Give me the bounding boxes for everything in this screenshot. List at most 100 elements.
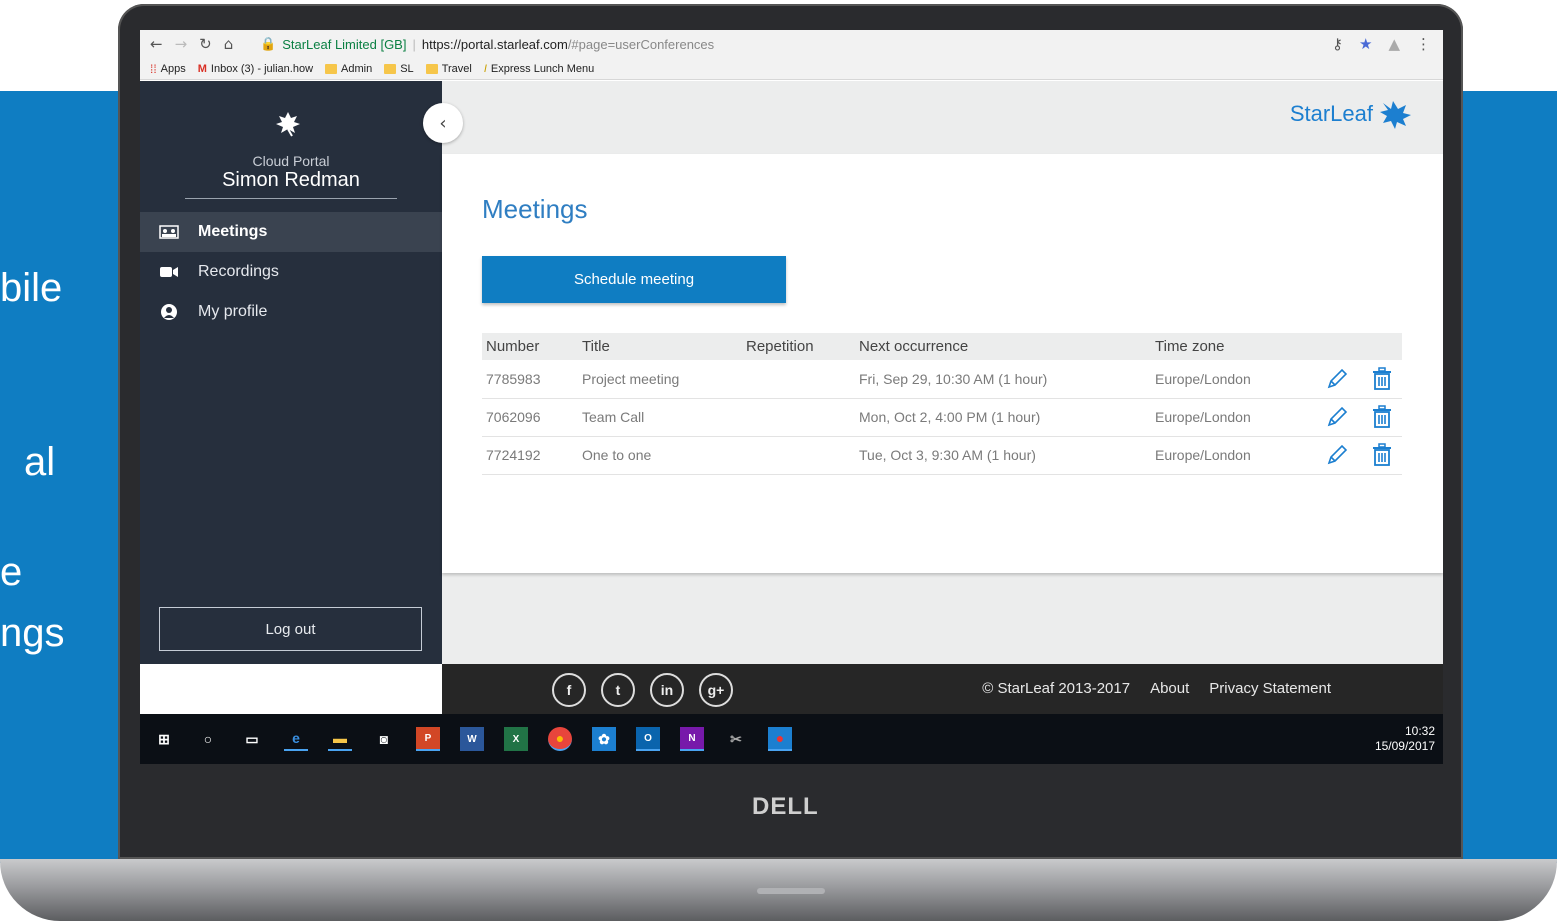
apps-grid-icon: ⁞⁞ <box>150 61 157 76</box>
schedule-meeting-button[interactable]: Schedule meeting <box>482 256 786 303</box>
address-bar[interactable]: 🔒 StarLeaf Limited [GB] | https://portal… <box>260 36 714 52</box>
meetings-panel: Meetings Schedule meeting Number Title R… <box>442 154 1443 573</box>
bookmark-apps[interactable]: ⁞⁞ Apps <box>150 62 186 76</box>
laptop-screen: ← → ↻ ⌂ 🔒 StarLeaf Limited [GB] | https:… <box>140 30 1443 764</box>
user-divider <box>185 198 397 199</box>
taskbar-icons: ⊞ ○ ▭ e ▬ ◙ P W X ● ✿ O N ✂ ● <box>140 727 792 751</box>
edit-pencil-icon[interactable] <box>1325 405 1349 429</box>
row-actions <box>1321 360 1402 399</box>
secure-label: StarLeaf Limited [GB] <box>282 36 407 52</box>
table-row[interactable]: 7785983 Project meeting Fri, Sep 29, 10:… <box>482 360 1402 399</box>
star-icon[interactable]: ★ <box>1359 35 1372 53</box>
footer-links: © StarLeaf 2013-2017 About Privacy State… <box>982 680 1331 697</box>
copyright: © StarLeaf 2013-2017 <box>982 680 1131 697</box>
outlook-icon[interactable]: O <box>636 727 660 751</box>
snipping-tool-icon[interactable]: ✂ <box>724 727 748 751</box>
edit-pencil-icon[interactable] <box>1325 367 1349 391</box>
meeting-number: 7062096 <box>482 398 578 437</box>
facebook-icon[interactable]: f <box>552 673 586 707</box>
sidebar-item-label: Recordings <box>198 263 279 280</box>
background-text-4: ngs <box>0 611 65 655</box>
bookmarks-bar: ⁞⁞ Apps M Inbox (3) - julian.how Admin S… <box>140 58 1443 80</box>
delete-trash-icon[interactable] <box>1371 405 1393 429</box>
google-plus-icon[interactable]: g+ <box>699 673 733 707</box>
meeting-repetition <box>742 398 855 437</box>
column-header[interactable]: Number <box>482 333 578 360</box>
key-icon[interactable]: ⚷ <box>1332 35 1343 53</box>
store-icon[interactable]: ◙ <box>372 727 396 751</box>
browser-nav: ← → ↻ ⌂ <box>140 35 260 53</box>
about-link[interactable]: About <box>1150 680 1189 697</box>
word-icon[interactable]: W <box>460 727 484 751</box>
column-header[interactable]: Repetition <box>742 333 855 360</box>
task-view-icon[interactable]: ▭ <box>240 727 264 751</box>
excel-icon[interactable]: X <box>504 727 528 751</box>
privacy-link[interactable]: Privacy Statement <box>1209 680 1331 697</box>
page-title: Meetings <box>482 194 588 224</box>
onenote-icon[interactable]: N <box>680 727 704 751</box>
sidebar: Cloud Portal Simon Redman Meetings Recor… <box>140 81 442 664</box>
meeting-repetition <box>742 436 855 475</box>
meeting-number: 7785983 <box>482 360 578 399</box>
meetings-icon <box>158 224 180 240</box>
reload-icon[interactable]: ↻ <box>199 35 212 53</box>
collapse-sidebar-button[interactable]: ‹ <box>423 103 463 143</box>
bookmark-label: Express Lunch Menu <box>490 62 595 75</box>
edit-pencil-icon[interactable] <box>1325 443 1349 467</box>
meeting-next: Mon, Oct 2, 4:00 PM (1 hour) <box>855 398 1151 437</box>
windows-start-icon[interactable]: ⊞ <box>152 727 176 751</box>
starleaf-app-icon[interactable]: ✿ <box>592 727 616 751</box>
user-name: Simon Redman <box>222 169 360 191</box>
table-row[interactable]: 7062096 Team Call Mon, Oct 2, 4:00 PM (1… <box>482 398 1402 437</box>
meeting-next: Fri, Sep 29, 10:30 AM (1 hour) <box>855 360 1151 399</box>
bookmark-admin[interactable]: Admin <box>325 63 372 75</box>
logout-button[interactable]: Log out <box>159 607 422 651</box>
lock-icon: 🔒 <box>260 36 277 51</box>
meeting-next: Tue, Oct 3, 9:30 AM (1 hour) <box>855 436 1151 475</box>
sidebar-item-recordings[interactable]: Recordings <box>140 252 442 292</box>
cortana-icon[interactable]: ○ <box>196 727 220 751</box>
url-path: /#page=userConferences <box>567 36 715 52</box>
sidebar-item-meetings[interactable]: Meetings <box>140 212 442 252</box>
column-header[interactable]: Time zone <box>1151 333 1321 360</box>
bookmark-inbox[interactable]: M Inbox (3) - julian.how <box>198 63 313 75</box>
starleaf-recording-icon[interactable]: ● <box>768 727 792 751</box>
bookmark-label: Inbox (3) - julian.how <box>210 62 314 75</box>
clock-time: 10:32 <box>1404 724 1435 738</box>
forward-icon[interactable]: → <box>175 35 188 53</box>
bookmark-sl[interactable]: SL <box>384 63 414 75</box>
home-icon[interactable]: ⌂ <box>224 35 234 53</box>
column-header[interactable]: Next occurrence <box>855 333 1151 360</box>
browser-toolbar: ← → ↻ ⌂ 🔒 StarLeaf Limited [GB] | https:… <box>140 30 1443 58</box>
meeting-title: One to one <box>578 436 742 475</box>
bookmark-travel[interactable]: Travel <box>425 62 472 75</box>
bookmark-label: Apps <box>160 62 186 75</box>
main-area: StarLeaf Meetings Schedule meeting Numbe… <box>442 81 1443 664</box>
column-header-actions <box>1321 333 1402 360</box>
menu-dots-icon[interactable]: ⋮ <box>1416 35 1431 53</box>
bookmark-label: Travel <box>441 62 472 75</box>
brand-logo[interactable]: StarLeaf <box>1290 99 1413 129</box>
edge-icon[interactable]: e <box>284 727 308 751</box>
meeting-timezone: Europe/London <box>1151 398 1321 437</box>
starleaf-leaf-icon <box>276 112 300 137</box>
delete-trash-icon[interactable] <box>1371 443 1393 467</box>
bookmark-page-icon: I <box>483 62 487 75</box>
chrome-icon[interactable]: ● <box>548 727 572 751</box>
delete-trash-icon[interactable] <box>1371 367 1393 391</box>
twitter-icon[interactable]: t <box>601 673 635 707</box>
taskbar-clock[interactable]: 10:32 15/09/2017 <box>1375 724 1435 754</box>
column-header[interactable]: Title <box>578 333 742 360</box>
file-explorer-icon[interactable]: ▬ <box>328 727 352 751</box>
linkedin-icon[interactable]: in <box>650 673 684 707</box>
meeting-timezone: Europe/London <box>1151 360 1321 399</box>
powerpoint-icon[interactable]: P <box>416 727 440 751</box>
bookmark-lunch[interactable]: I Express Lunch Menu <box>484 63 594 75</box>
brand-leaf-icon <box>1380 101 1411 129</box>
back-icon[interactable]: ← <box>150 35 163 53</box>
meeting-title: Team Call <box>578 398 742 437</box>
drive-icon[interactable]: ▲ <box>1388 35 1400 53</box>
table-row[interactable]: 7724192 One to one Tue, Oct 3, 9:30 AM (… <box>482 436 1402 475</box>
sidebar-item-profile[interactable]: My profile <box>140 292 442 332</box>
background-text-2: al <box>24 440 56 484</box>
